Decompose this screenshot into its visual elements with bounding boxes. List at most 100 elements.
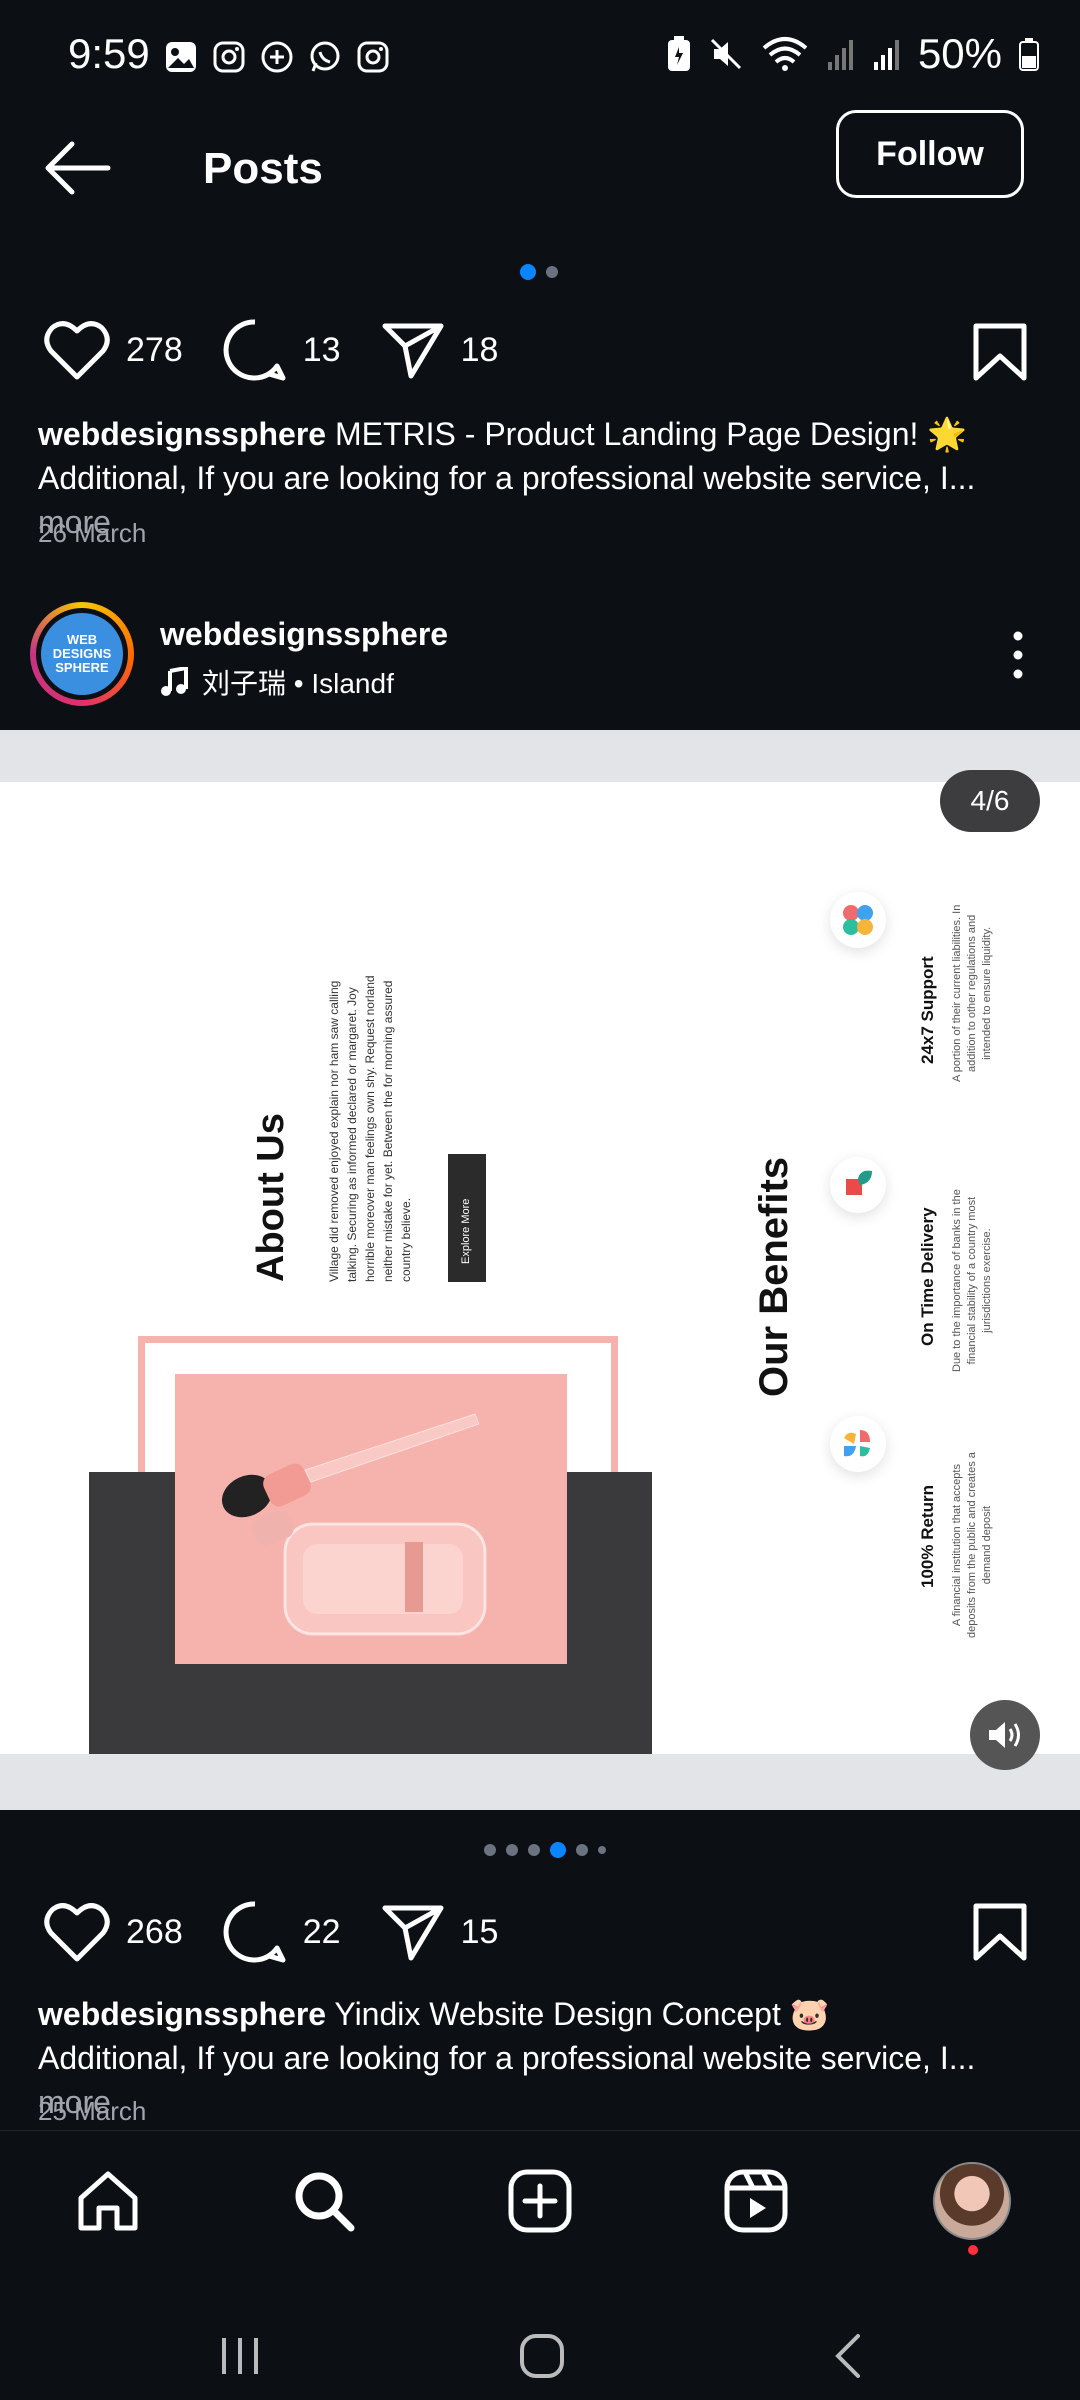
serum-bottle-illustration <box>221 1413 487 1636</box>
battery-icon <box>1019 38 1039 71</box>
product-image <box>175 1374 567 1664</box>
home-circle-icon <box>520 2334 564 2378</box>
benefit-title: 24x7 Support <box>918 956 937 1064</box>
share-button[interactable]: 15 <box>381 1902 499 1962</box>
more-options-button[interactable] <box>1008 630 1028 680</box>
nav-profile[interactable] <box>932 2161 1012 2255</box>
status-bar: 9:59 50% <box>0 0 1080 120</box>
about-title: About Us <box>250 1113 292 1282</box>
audio-info[interactable]: 刘子瑞 • Islandf <box>160 662 394 702</box>
more-vertical-icon <box>1013 631 1023 679</box>
whatsapp-icon <box>310 41 340 72</box>
system-navigation <box>0 2290 1080 2400</box>
status-time: 9:59 <box>68 30 150 77</box>
signal-icon <box>827 40 853 70</box>
like-button[interactable]: 268 <box>44 1901 183 1963</box>
follow-button[interactable]: Follow <box>836 110 1024 198</box>
comment-button[interactable]: 22 <box>223 1900 341 1964</box>
post-date: 26 March <box>38 518 147 548</box>
profile-username[interactable]: webdesignssphere <box>160 616 448 653</box>
caption-body: Additional, If you are looking for a pro… <box>38 460 976 496</box>
heart-icon <box>44 1903 110 1962</box>
recent-apps-icon <box>222 2338 258 2374</box>
comment-count: 13 <box>302 330 341 369</box>
carousel-dots <box>484 1842 606 1858</box>
explore-more-button: Explore More <box>448 1154 486 1282</box>
post-caption: webdesignssphere METRIS - Product Landin… <box>38 412 1038 544</box>
share-button[interactable]: 18 <box>381 320 498 380</box>
comment-icon <box>223 1901 286 1963</box>
media-counter-badge: 4/6 <box>940 770 1040 832</box>
nav-home[interactable] <box>68 2161 148 2241</box>
bottom-navigation <box>0 2130 1080 2271</box>
caption-body: Additional, If you are looking for a pro… <box>38 2040 976 2076</box>
post-caption: webdesignssphere Yindix Website Design C… <box>38 1992 1038 2124</box>
back-button[interactable] <box>44 138 114 198</box>
home-icon <box>78 2171 138 2231</box>
carousel-dot <box>528 1844 540 1856</box>
home-system-button[interactable] <box>518 2332 566 2385</box>
system-status: 50% <box>666 30 1040 78</box>
profile-avatar <box>933 2162 1011 2240</box>
post-slide: About Us Village did removed enjoyed exp… <box>0 782 1080 1754</box>
reels-icon <box>724 2169 788 2233</box>
save-button[interactable] <box>972 322 1028 387</box>
carousel-dot <box>598 1846 606 1854</box>
system-back-button[interactable] <box>828 2332 868 2385</box>
post-actions: 278 13 18 <box>44 318 538 382</box>
caption-title: METRIS - Product Landing Page Design! 🌟 <box>326 416 968 452</box>
benefit-text: Due to the importance of banks in the fi… <box>951 1189 993 1372</box>
comment-button[interactable]: 13 <box>223 318 341 382</box>
music-note-icon <box>161 667 188 696</box>
carousel-dot <box>576 1844 588 1856</box>
send-icon <box>382 1905 444 1961</box>
back-arrow-icon <box>45 141 111 195</box>
bookmark-icon <box>973 1903 1027 1961</box>
save-button[interactable] <box>972 1902 1028 1967</box>
like-count: 278 <box>126 330 183 369</box>
chevron-left-icon <box>835 2334 860 2378</box>
post-date: 25 March <box>38 2096 147 2126</box>
carousel-dot <box>546 266 558 278</box>
profile-avatar[interactable]: WEB DESIGNS SPHERE <box>30 602 134 706</box>
benefits-title: Our Benefits <box>752 1156 796 1397</box>
volume-button[interactable] <box>970 1700 1040 1770</box>
gallery-icon <box>166 42 196 72</box>
notification-icons <box>164 40 390 74</box>
caption-title: Yindix Website Design Concept 🐷 <box>326 1996 830 2032</box>
comment-icon <box>223 319 286 381</box>
battery-saver-icon <box>667 36 690 71</box>
mute-icon <box>710 38 741 70</box>
battery-percent: 50% <box>917 30 1002 77</box>
nav-search[interactable] <box>284 2161 364 2241</box>
notification-dot <box>968 2245 978 2255</box>
like-button[interactable]: 278 <box>44 319 183 381</box>
comment-count: 22 <box>302 1912 341 1951</box>
carousel-dots <box>520 264 558 280</box>
like-count: 268 <box>126 1912 183 1951</box>
create-icon <box>508 2169 572 2233</box>
page-title: Posts <box>203 144 323 193</box>
nav-reels[interactable] <box>716 2161 796 2241</box>
benefit-text: A financial institution that accepts dep… <box>951 1452 993 1638</box>
benefit-text: A portion of their current liabilities. … <box>951 904 993 1082</box>
volume-icon <box>989 1722 1020 1748</box>
caption-username[interactable]: webdesignssphere <box>38 416 326 452</box>
share-count: 15 <box>460 1912 499 1951</box>
about-text: Village did removed enjoyed explain nor … <box>327 975 413 1282</box>
support-icon <box>830 892 886 948</box>
post-actions: 268 22 15 <box>44 1900 538 1964</box>
wifi-icon <box>762 37 808 71</box>
profile-logo: WEB DESIGNS SPHERE <box>41 613 123 695</box>
benefit-title: On Time Delivery <box>918 1207 937 1346</box>
caption-username[interactable]: webdesignssphere <box>38 1996 326 2032</box>
nav-create[interactable] <box>500 2161 580 2241</box>
recent-apps-button[interactable] <box>218 2334 262 2383</box>
bookmark-icon <box>973 323 1027 381</box>
delivery-icon <box>830 1157 886 1213</box>
instagram-icon <box>213 41 245 73</box>
top-bar: Posts Follow <box>0 110 1080 230</box>
audio-label: 刘子瑞 • Islandf <box>202 668 394 699</box>
return-icon <box>830 1416 886 1472</box>
carousel-dot <box>484 1844 496 1856</box>
